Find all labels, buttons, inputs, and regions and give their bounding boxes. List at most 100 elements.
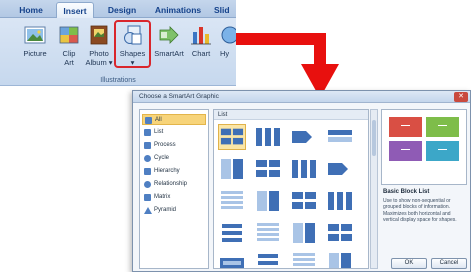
category-cycle[interactable]: Cycle — [142, 153, 206, 164]
layout-thumbnail-graphic — [293, 253, 315, 266]
preview-block-1 — [388, 116, 423, 138]
smartart-icon — [159, 26, 179, 44]
ok-button[interactable]: OK — [391, 258, 427, 269]
close-button[interactable]: ✕ — [454, 92, 468, 102]
hierarchy-icon — [144, 168, 151, 175]
layout-thumbnail[interactable] — [290, 156, 318, 182]
category-label: Cycle — [154, 155, 170, 161]
hyperlink-label: Hy — [220, 49, 230, 58]
layout-thumbnail-graphic — [328, 192, 352, 210]
layout-thumbnail[interactable] — [254, 124, 282, 150]
chart-button[interactable]: Chart — [188, 22, 214, 72]
layout-thumbnail-graphic — [292, 131, 312, 143]
dialog-title-bar: Choose a SmartArt Graphic ✕ — [133, 91, 470, 103]
layout-thumbnail[interactable] — [218, 188, 246, 214]
picture-label: Picture — [23, 49, 47, 58]
illustrations-group-label: Illustrations — [100, 77, 136, 84]
layout-name: Basic Block List — [383, 189, 430, 195]
photo-album-button[interactable]: Photo Album ▾ — [84, 22, 114, 72]
layout-thumbnail[interactable] — [254, 156, 282, 182]
layout-thumbnail[interactable] — [254, 188, 282, 214]
scrollbar-thumb[interactable] — [372, 120, 376, 156]
chart-label: Chart — [191, 49, 211, 58]
category-list-item[interactable]: List — [142, 127, 206, 138]
chart-icon — [191, 27, 211, 45]
layout-thumbnail[interactable] — [254, 250, 282, 268]
layout-thumbnail[interactable] — [290, 220, 318, 246]
cancel-button[interactable]: Cancel — [431, 258, 467, 269]
layout-thumbnail[interactable] — [326, 156, 354, 182]
layout-thumbnail-graphic — [293, 223, 315, 243]
layout-thumbnail-graphic — [328, 163, 348, 175]
layout-thumbnail-graphic — [222, 224, 242, 242]
preview-block-3 — [388, 140, 423, 162]
layout-thumbnail-graphic — [328, 224, 352, 241]
tab-slide-show[interactable]: Slid — [214, 2, 236, 18]
layout-gallery: List — [213, 109, 369, 269]
layout-thumbnail-graphic — [221, 191, 243, 209]
layout-thumbnail[interactable] — [290, 188, 318, 214]
category-relationship[interactable]: Relationship — [142, 179, 206, 190]
layout-thumbnail[interactable] — [326, 250, 354, 268]
layout-preview — [381, 109, 467, 185]
category-label: Process — [154, 142, 176, 148]
tab-animations[interactable]: Animations — [150, 2, 206, 18]
category-hierarchy[interactable]: Hierarchy — [142, 166, 206, 177]
layout-thumbnail-graphic — [329, 253, 351, 268]
layout-thumbnail-graphic — [220, 128, 244, 145]
preview-block-2 — [425, 116, 460, 138]
category-label: Matrix — [154, 194, 171, 200]
smartart-button[interactable]: SmartArt — [152, 22, 186, 72]
shapes-highlight-box — [114, 20, 151, 68]
dialog-title: Choose a SmartArt Graphic — [139, 93, 219, 100]
picture-button[interactable]: Picture — [20, 22, 50, 72]
layout-thumbnail-graphic — [328, 130, 352, 142]
layout-thumbnail[interactable] — [290, 250, 318, 268]
layout-thumbnail-graphic — [256, 160, 280, 177]
category-all[interactable]: All — [142, 114, 206, 125]
tab-design[interactable]: Design — [102, 2, 142, 18]
layout-thumbnail-graphic — [258, 254, 278, 265]
category-matrix[interactable]: Matrix — [142, 192, 206, 203]
category-label: Relationship — [154, 181, 188, 187]
gallery-header: List — [214, 110, 368, 120]
preview-block-4 — [425, 140, 460, 162]
category-label: List — [154, 129, 164, 135]
ribbon-tab-row: Home Insert Design Animations Slid — [0, 0, 236, 18]
smartart-label: SmartArt — [154, 49, 184, 58]
matrix-icon — [144, 194, 151, 201]
layout-thumbnail[interactable] — [218, 124, 246, 150]
layout-thumbnail-graphic — [292, 192, 316, 209]
category-pyramid[interactable]: Pyramid — [142, 205, 206, 216]
layout-thumbnail[interactable] — [218, 250, 246, 268]
layout-thumbnail-graphic — [257, 223, 279, 241]
tab-home[interactable]: Home — [14, 2, 48, 18]
category-process[interactable]: Process — [142, 140, 206, 151]
layout-thumbnail-graphic — [221, 159, 243, 179]
layout-thumbnail[interactable] — [218, 156, 246, 182]
list-icon — [144, 129, 151, 136]
layout-thumbnail-graphic — [220, 258, 244, 268]
tab-insert[interactable]: Insert — [56, 2, 94, 18]
layout-thumbnail[interactable] — [326, 188, 354, 214]
category-label: Hierarchy — [154, 168, 180, 174]
clip-art-button[interactable]: Clip Art — [56, 22, 82, 72]
category-list: All List Process Cycle Hierarchy Relatio… — [139, 109, 209, 269]
layout-thumbnail[interactable] — [290, 124, 318, 150]
layout-description: Use to show non-sequential or grouped bl… — [383, 198, 457, 223]
layout-thumbnail-graphic — [256, 128, 280, 146]
layout-thumbnail-graphic — [257, 191, 279, 211]
screenshot-stage: { "ribbon": { "tabs": [ {"label": "Home"… — [0, 0, 471, 272]
layout-thumbnail[interactable] — [326, 220, 354, 246]
clip-art-icon — [59, 26, 79, 44]
layout-thumbnail[interactable] — [218, 220, 246, 246]
layout-thumbnail[interactable] — [254, 220, 282, 246]
gallery-scrollbar[interactable] — [370, 109, 378, 269]
process-icon — [144, 142, 151, 149]
picture-icon — [24, 26, 46, 44]
hyperlink-button[interactable]: Hy — [220, 22, 236, 72]
layout-thumbnail-graphic — [292, 160, 316, 178]
layout-thumbnail[interactable] — [326, 124, 354, 150]
smartart-dialog: Choose a SmartArt Graphic ✕ All List Pro… — [132, 90, 471, 272]
photo-album-icon — [90, 25, 108, 45]
